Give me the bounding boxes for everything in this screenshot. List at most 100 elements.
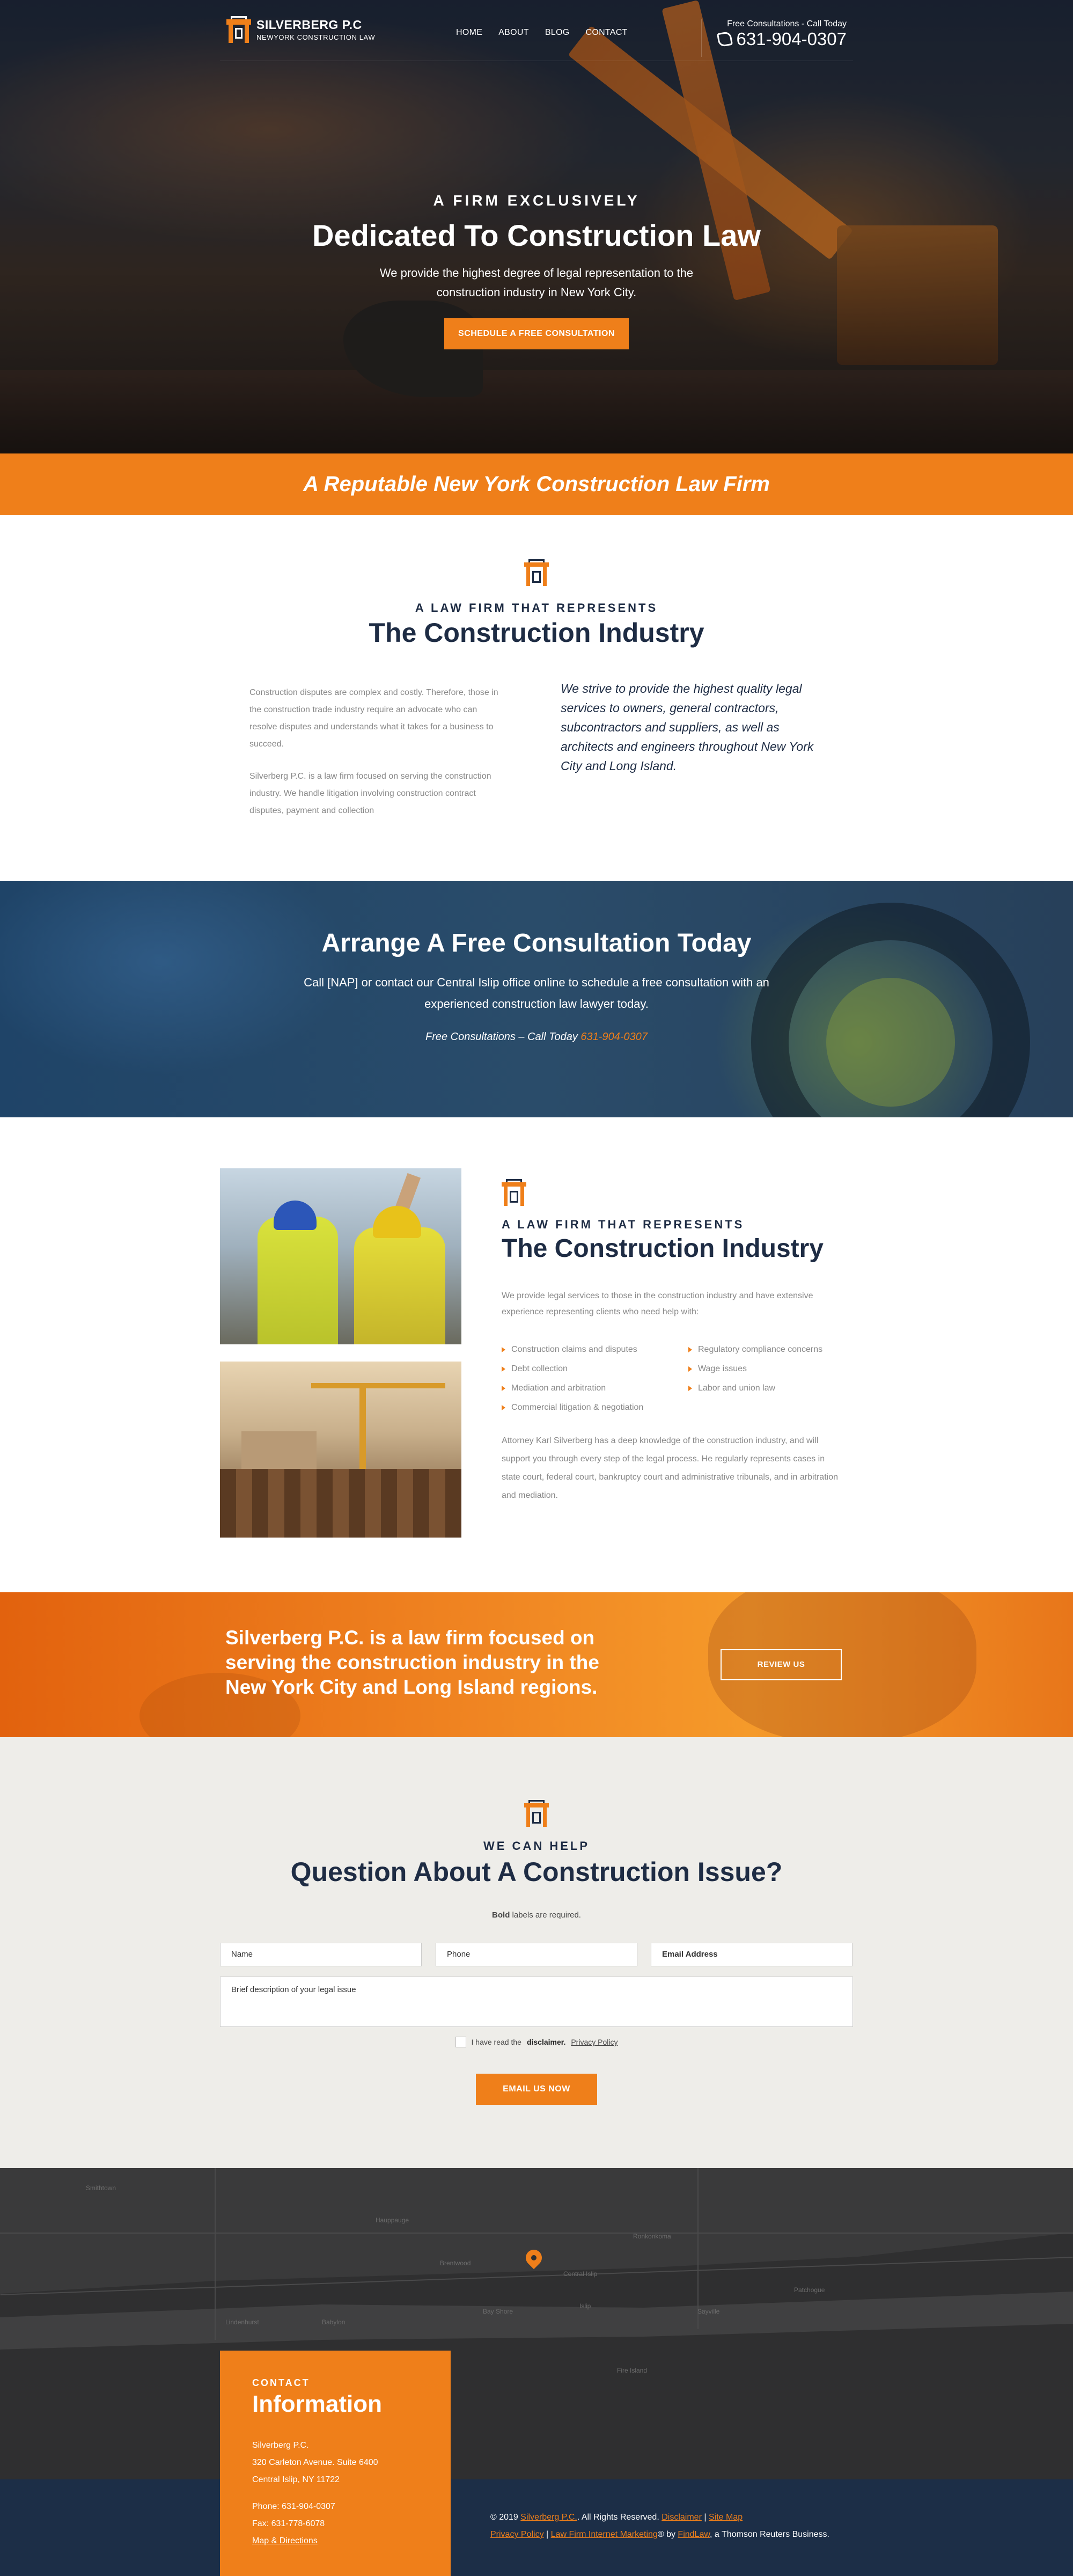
list-item: Debt collection	[502, 1361, 688, 1377]
footer-findlaw-link[interactable]: FindLaw	[678, 2530, 710, 2539]
contact-phone[interactable]: Phone: 631-904-0307	[252, 2498, 418, 2515]
header-call-block: Free Consultations - Call Today 631-904-…	[701, 19, 847, 57]
represents-left-column: Construction disputes are complex and co…	[249, 684, 502, 819]
map-label: Bay Shore	[483, 2308, 513, 2315]
header-phone-link[interactable]: 631-904-0307	[717, 29, 847, 49]
map-label: Lindenhurst	[225, 2318, 259, 2326]
tagline-text: A Reputable New York Construction Law Fi…	[303, 472, 770, 496]
schedule-consultation-button[interactable]: SCHEDULE A FREE CONSULTATION	[444, 318, 629, 349]
header-phone-number: 631-904-0307	[736, 29, 847, 49]
list-item: Wage issues	[688, 1361, 844, 1377]
services-kicker: A LAW FIRM THAT REPRESENTS	[502, 1218, 745, 1231]
site-logo[interactable]: SILVERBERG P.C NEWYORK CONSTRUCTION LAW	[226, 16, 375, 43]
nav-about[interactable]: ABOUT	[498, 28, 529, 38]
services-content: A LAW FIRM THAT REPRESENTS The Construct…	[502, 1179, 845, 1505]
logo-name: SILVERBERG P.C	[256, 18, 362, 32]
building-icon	[524, 559, 549, 587]
map-label: Central Islip	[563, 2270, 598, 2278]
top-navigation-bar: SILVERBERG P.C NEWYORK CONSTRUCTION LAW …	[220, 12, 853, 61]
contact-details: Phone: 631-904-0307 Fax: 631-778-6078 Ma…	[252, 2498, 418, 2550]
form-title: Question About A Construction Issue?	[290, 1857, 783, 1887]
represents-paragraph-1: Construction disputes are complex and co…	[249, 688, 498, 749]
phone-icon	[717, 31, 733, 48]
site-footer: © 2019 Silverberg P.C.. All Rights Reser…	[0, 2479, 1073, 2576]
form-icon-wrap	[524, 1800, 549, 1828]
represents-paragraph-2: Silverberg P.C. is a law firm focused on…	[249, 772, 491, 815]
footer-sitemap-link[interactable]: Site Map	[709, 2513, 743, 2522]
services-list: Construction claims and disputes Regulat…	[502, 1342, 845, 1416]
review-us-button[interactable]: REVIEW US	[721, 1649, 842, 1680]
contact-info-card: CONTACT Information Silverberg P.C. 320 …	[220, 2351, 451, 2576]
consultation-phone-link[interactable]: 631-904-0307	[580, 1031, 648, 1043]
map-directions-link[interactable]: Map & Directions	[252, 2536, 318, 2545]
nav-blog[interactable]: BLOG	[545, 28, 570, 38]
review-banner: Silverberg P.C. is a law firm focused on…	[0, 1592, 1073, 1737]
hero-subtitle: We provide the highest degree of legal r…	[379, 266, 694, 299]
nav-contact[interactable]: CONTACT	[586, 28, 628, 38]
list-item: Construction claims and disputes	[502, 1342, 688, 1358]
services-outro: Attorney Karl Silverberg has a deep know…	[502, 1436, 838, 1500]
disclaimer-checkbox[interactable]	[455, 2037, 466, 2047]
list-item: Labor and union law	[688, 1380, 844, 1396]
services-section: A LAW FIRM THAT REPRESENTS The Construct…	[0, 1117, 1073, 1592]
location-map[interactable]: Smithtown Central Islip Bay Shore Islip …	[0, 2168, 1073, 2479]
consultation-content: Arrange A Free Consultation Today Call […	[0, 928, 1073, 1043]
map-label: Patchogue	[794, 2286, 825, 2294]
map-label: Hauppauge	[376, 2216, 409, 2224]
building-icon	[524, 1800, 549, 1828]
form-kicker: WE CAN HELP	[483, 1839, 590, 1853]
contact-address: Silverberg P.C. 320 Carleton Avenue. Sui…	[252, 2441, 378, 2484]
list-item: Mediation and arbitration	[502, 1380, 688, 1396]
services-title: The Construction Industry	[502, 1234, 824, 1263]
footer-marketing-link[interactable]: Law Firm Internet Marketing	[551, 2530, 658, 2539]
footer-privacy-link[interactable]: Privacy Policy	[490, 2530, 544, 2539]
disclaimer-consent: I have read the disclaimer. Privacy Poli…	[0, 2037, 1073, 2047]
contact-fax: Fax: 631-778-6078	[252, 2519, 325, 2528]
consultation-section: Arrange A Free Consultation Today Call […	[0, 881, 1073, 1117]
disclaimer-link[interactable]: disclaimer.	[527, 2038, 565, 2046]
list-item: Commercial litigation & negotiation	[502, 1400, 688, 1416]
header-call-label: Free Consultations - Call Today	[727, 19, 847, 28]
map-label: Smithtown	[86, 2184, 116, 2192]
contact-kicker: CONTACT	[252, 2377, 310, 2388]
consultation-call-line: Free Consultations – Call Today 631-904-…	[0, 1031, 1073, 1043]
footer-disclaimer-link[interactable]: Disclaimer	[662, 2513, 702, 2522]
contact-title: Information	[252, 2391, 382, 2417]
workers-photo	[220, 1168, 461, 1344]
logo-tagline: NEWYORK CONSTRUCTION LAW	[256, 33, 376, 41]
represents-quote: We strive to provide the highest quality…	[561, 682, 814, 773]
contact-form-section: WE CAN HELP Question About A Constructio…	[0, 1737, 1073, 2168]
nav-home[interactable]: HOME	[456, 28, 482, 38]
hero-eyebrow: A FIRM EXCLUSIVELY	[433, 192, 640, 209]
represents-kicker: A LAW FIRM THAT REPRESENTS	[415, 601, 658, 614]
logo-building-icon	[226, 16, 251, 43]
main-nav: HOME ABOUT BLOG CONTACT	[456, 28, 628, 38]
building-icon	[502, 1179, 526, 1207]
map-label: Ronkonkoma	[633, 2233, 671, 2240]
consultation-call-prefix: Free Consultations – Call Today	[425, 1031, 578, 1043]
consultation-title: Arrange A Free Consultation Today	[321, 929, 752, 957]
required-note: Bold labels are required.	[492, 1911, 581, 1920]
represents-section: A LAW FIRM THAT REPRESENTS The Construct…	[0, 515, 1073, 881]
tagline-stripe: A Reputable New York Construction Law Fi…	[0, 453, 1073, 515]
footer-legal: © 2019 Silverberg P.C.. All Rights Reser…	[490, 2513, 829, 2539]
consultation-body: Call [NAP] or contact our Central Islip …	[304, 976, 769, 1011]
review-banner-text: Silverberg P.C. is a law firm focused on…	[225, 1627, 599, 1698]
phone-field[interactable]: Phone	[436, 1943, 637, 1966]
footer-firm-link[interactable]: Silverberg P.C.	[520, 2513, 577, 2522]
message-field[interactable]: Brief description of your legal issue	[220, 1977, 853, 2027]
represents-title: The Construction Industry	[369, 618, 704, 648]
privacy-policy-link[interactable]: Privacy Policy	[571, 2038, 618, 2046]
name-field[interactable]: Name	[220, 1943, 422, 1966]
hero-section: SILVERBERG P.C NEWYORK CONSTRUCTION LAW …	[0, 0, 1073, 453]
email-us-button[interactable]: EMAIL US NOW	[476, 2074, 597, 2105]
list-item: Regulatory compliance concerns	[688, 1342, 844, 1358]
map-label: Fire Island	[617, 2367, 648, 2374]
hero-title: Dedicated To Construction Law	[312, 218, 761, 252]
map-label: Brentwood	[440, 2259, 471, 2267]
email-field[interactable]: Email Address	[651, 1943, 852, 1966]
hero-content: A FIRM EXCLUSIVELY Dedicated To Construc…	[0, 192, 1073, 349]
represents-icon-wrap	[524, 559, 549, 587]
construction-site-photo	[220, 1362, 461, 1538]
map-label: Sayville	[697, 2308, 720, 2315]
